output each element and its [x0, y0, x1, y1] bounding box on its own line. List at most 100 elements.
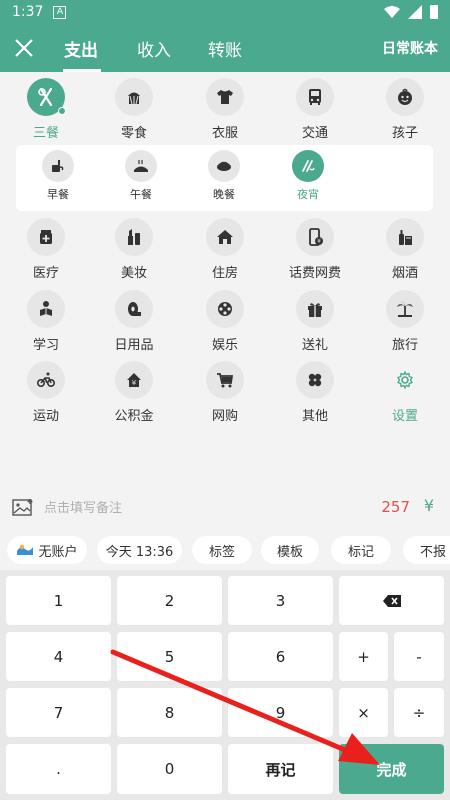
- chip-tags[interactable]: 标签: [192, 536, 252, 564]
- category-tobacco-wine[interactable]: 烟酒: [360, 218, 450, 281]
- done-button[interactable]: 完成: [339, 744, 444, 794]
- tab-transfer[interactable]: 转账: [208, 24, 242, 72]
- breakfast-icon: [52, 160, 64, 172]
- category-housing-fund[interactable]: ¥ 公积金: [89, 361, 179, 424]
- category-medical-circle: [27, 218, 65, 256]
- category-label: 美妆: [120, 266, 147, 281]
- category-study[interactable]: 学习: [1, 290, 91, 353]
- category-label: 日用品: [114, 338, 154, 353]
- category-meals[interactable]: 三餐: [1, 78, 91, 141]
- category-transport-circle: [296, 78, 334, 116]
- film-reel-icon: [218, 302, 232, 316]
- category-other[interactable]: 其他: [270, 361, 360, 424]
- tab-income[interactable]: 收入: [137, 24, 171, 72]
- key-1[interactable]: 1: [6, 576, 111, 625]
- chip-mark[interactable]: 标记: [331, 536, 391, 564]
- key-6[interactable]: 6: [228, 632, 333, 681]
- housing-fund-icon: ¥: [127, 373, 141, 387]
- key-divide[interactable]: ÷: [394, 688, 444, 737]
- category-online-shopping[interactable]: 网购: [180, 361, 270, 424]
- category-other-circle: [296, 361, 334, 399]
- category-tobacco-wine-circle: [386, 218, 424, 256]
- subcategory-late-snack[interactable]: 夜宵: [268, 150, 348, 202]
- bicycle-icon: [36, 372, 56, 388]
- category-phone-internet[interactable]: ¥ 话费网费: [270, 218, 360, 281]
- category-daily-goods[interactable]: 日用品: [89, 290, 179, 353]
- tab-expense[interactable]: 支出: [64, 24, 98, 72]
- category-sports[interactable]: 运动: [1, 361, 91, 424]
- header-nav: 支出 收入 转账 日常账本: [0, 24, 450, 72]
- category-label: 话费网费: [288, 266, 341, 281]
- svg-text:¥: ¥: [132, 379, 137, 387]
- key-5[interactable]: 5: [117, 632, 222, 681]
- category-label: 运动: [32, 409, 59, 424]
- category-kids-circle: [386, 78, 424, 116]
- bus-icon: [309, 89, 321, 105]
- subcategory-dinner[interactable]: 晚餐: [184, 150, 264, 202]
- late-snack-icon: [302, 160, 315, 172]
- close-icon[interactable]: [12, 36, 36, 60]
- category-label: 公积金: [114, 409, 154, 424]
- category-online-shopping-circle: [206, 361, 244, 399]
- wifi-icon: [384, 6, 400, 18]
- key-4[interactable]: 4: [6, 632, 111, 681]
- category-kids[interactable]: 孩子: [360, 78, 450, 141]
- key-plus[interactable]: +: [339, 632, 388, 681]
- key-3[interactable]: 3: [228, 576, 333, 625]
- key-8[interactable]: 8: [117, 688, 222, 737]
- category-study-circle: [27, 290, 65, 328]
- phone-bill-icon: ¥: [309, 228, 323, 246]
- key-0[interactable]: 0: [117, 744, 222, 794]
- category-phone-internet-circle: ¥: [296, 218, 334, 256]
- category-clothes-circle: [206, 78, 244, 116]
- category-housing[interactable]: 住房: [180, 218, 270, 281]
- category-gift[interactable]: 送礼: [270, 290, 360, 353]
- chip-account[interactable]: 无账户: [7, 536, 87, 564]
- key-2[interactable]: 2: [117, 576, 222, 625]
- subcategory-late-snack-circle: [292, 150, 324, 182]
- note-input[interactable]: [44, 500, 324, 516]
- key-dot[interactable]: .: [6, 744, 111, 794]
- key-9[interactable]: 9: [228, 688, 333, 737]
- subcategory-breakfast[interactable]: 早餐: [18, 150, 98, 202]
- active-tab-indicator: [63, 69, 101, 72]
- category-snacks[interactable]: 零食: [89, 78, 179, 141]
- category-entertainment[interactable]: 娱乐: [180, 290, 270, 353]
- chip-label: 无账户: [38, 544, 78, 560]
- category-settings-circle: [386, 361, 424, 399]
- category-settings[interactable]: 设置: [360, 361, 450, 424]
- image-note-icon[interactable]: [12, 498, 34, 518]
- category-label: 旅行: [391, 338, 418, 353]
- status-time: 1:37: [12, 4, 44, 20]
- currency-symbol[interactable]: ¥: [424, 496, 434, 515]
- medicine-icon: [40, 230, 52, 244]
- category-makeup[interactable]: 美妆: [89, 218, 179, 281]
- key-7[interactable]: 7: [6, 688, 111, 737]
- snack-icon: [128, 92, 140, 105]
- category-snacks-circle: [115, 78, 153, 116]
- category-medical[interactable]: 医疗: [1, 218, 91, 281]
- gift-icon: [308, 303, 322, 317]
- subcategory-lunch-circle: [125, 150, 157, 182]
- subcategory-lunch[interactable]: 午餐: [101, 150, 181, 202]
- chip-template[interactable]: 模板: [261, 536, 319, 564]
- chip-no-reimburse[interactable]: 不报: [403, 536, 450, 564]
- category-meals-circle: [27, 78, 66, 116]
- category-transport[interactable]: 交通: [270, 78, 360, 141]
- backspace-key[interactable]: [339, 576, 444, 625]
- key-multiply[interactable]: ×: [339, 688, 388, 737]
- category-travel[interactable]: 旅行: [360, 290, 450, 353]
- subcategory-label: 午餐: [130, 188, 152, 201]
- category-label: 烟酒: [391, 266, 418, 281]
- category-housing-fund-circle: ¥: [115, 361, 153, 399]
- category-clothes[interactable]: 衣服: [180, 78, 270, 141]
- top-bar: 1:37 A 支出 收入 转账 日常账本: [0, 0, 450, 72]
- chip-date[interactable]: 今天 13:36: [97, 536, 182, 564]
- svg-text:¥: ¥: [317, 238, 321, 245]
- record-again-button[interactable]: 再记: [228, 744, 333, 794]
- lunch-icon: [134, 160, 148, 172]
- ledger-selector[interactable]: 日常账本: [382, 24, 438, 72]
- category-label: 其他: [301, 409, 328, 424]
- category-gift-circle: [296, 290, 334, 328]
- key-minus[interactable]: -: [394, 632, 444, 681]
